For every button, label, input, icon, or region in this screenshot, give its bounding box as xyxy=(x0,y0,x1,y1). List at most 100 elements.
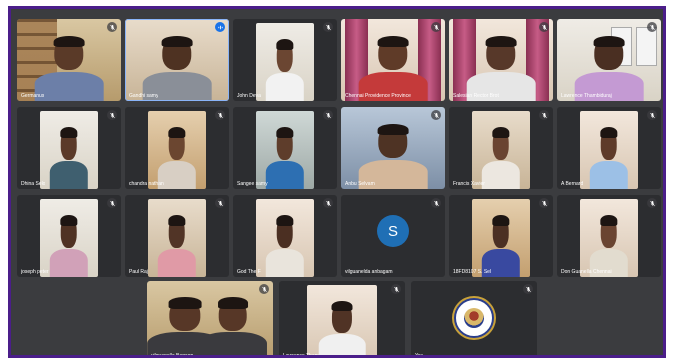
participant-name: Dhina Selo xyxy=(21,181,46,187)
participant-video xyxy=(49,214,89,277)
video-feed xyxy=(147,281,273,355)
participant-tile[interactable]: You xyxy=(411,281,537,358)
profile-logo-icon xyxy=(454,297,494,338)
participant-tile[interactable]: Svilguanelda anbagam xyxy=(341,195,445,277)
video-feed xyxy=(471,199,531,277)
video-feed xyxy=(147,199,207,277)
participant-tile[interactable]: Lawrence Tham xyxy=(279,281,405,358)
participant-name: Chennai Providence Province xyxy=(345,93,411,99)
participant-name: Don Guanella Chennai xyxy=(561,269,612,275)
mic-off-icon[interactable] xyxy=(107,110,117,120)
participant-video xyxy=(198,297,267,355)
participant-tile[interactable]: Sangee samy xyxy=(233,107,337,189)
mic-off-icon[interactable] xyxy=(539,198,549,208)
participant-video xyxy=(481,126,521,189)
video-feed xyxy=(255,23,315,101)
participant-name: Salesian Rector Brot xyxy=(453,93,499,99)
participant-tile[interactable]: chandra nathan xyxy=(125,107,229,189)
participant-video xyxy=(265,214,305,277)
mic-off-icon[interactable] xyxy=(391,284,401,294)
mic-off-icon[interactable] xyxy=(215,110,225,120)
participant-tile[interactable]: Don Guanella Chennai xyxy=(557,195,661,277)
video-feed xyxy=(557,19,661,101)
participant-name: Francis Xavier xyxy=(453,181,485,187)
participant-tile[interactable]: God The F xyxy=(233,195,337,277)
participant-name: Anbu Selvam xyxy=(345,181,375,187)
participant-name: chandra nathan xyxy=(129,181,164,187)
mic-off-icon[interactable] xyxy=(539,110,549,120)
participant-tile[interactable]: Paul Raj xyxy=(125,195,229,277)
participant-video xyxy=(589,214,629,277)
participant-name: Lawrence Tham xyxy=(283,353,319,358)
participant-tile[interactable]: joseph peter xyxy=(17,195,121,277)
mic-off-icon[interactable] xyxy=(259,284,269,294)
video-feed xyxy=(39,199,99,277)
video-feed xyxy=(17,19,121,101)
participant-tile[interactable]: A Bernard xyxy=(557,107,661,189)
mic-off-icon[interactable] xyxy=(323,22,333,32)
participant-tile[interactable]: Anbu Selvam xyxy=(341,107,445,189)
participant-name: John Deva xyxy=(237,93,261,99)
participant-name: A Bernard xyxy=(561,181,584,187)
participant-tile[interactable]: Dhina Selo xyxy=(17,107,121,189)
participant-tile[interactable]: Germanus xyxy=(17,19,121,101)
participant-name: vilguanelda anbagam xyxy=(345,269,393,275)
active-speaker-outline xyxy=(125,19,229,101)
mic-off-icon[interactable] xyxy=(647,110,657,120)
video-feed xyxy=(147,111,207,189)
participant-tile[interactable]: Francis Xavier xyxy=(449,107,553,189)
participant-video xyxy=(481,214,521,277)
participant-video xyxy=(157,214,197,277)
video-feed xyxy=(579,111,639,189)
mic-off-icon[interactable] xyxy=(215,198,225,208)
mic-off-icon[interactable] xyxy=(431,198,441,208)
participant-tile[interactable]: Chennai Providence Province xyxy=(341,19,445,101)
participant-video xyxy=(574,35,644,101)
participant-name: You xyxy=(415,353,424,358)
participant-name: Sangee samy xyxy=(237,181,268,187)
participant-tile[interactable]: vilguanella Bagaon xyxy=(147,281,273,358)
mic-off-icon[interactable] xyxy=(431,22,441,32)
mic-off-icon[interactable] xyxy=(647,198,657,208)
video-feed xyxy=(39,111,99,189)
mic-off-icon[interactable] xyxy=(107,198,117,208)
participant-video xyxy=(589,126,629,189)
participant-video xyxy=(265,126,305,189)
participant-video xyxy=(49,126,89,189)
mic-off-icon[interactable] xyxy=(647,22,657,32)
participant-tile[interactable]: 18FD8107 S. Sel xyxy=(449,195,553,277)
participant-tile[interactable]: Salesian Rector Brot xyxy=(449,19,553,101)
participant-video xyxy=(466,35,536,101)
video-feed xyxy=(579,199,639,277)
participant-name: 18FD8107 S. Sel xyxy=(453,269,492,275)
video-feed xyxy=(306,285,378,355)
participant-name: vilguanella Bagaon xyxy=(151,353,194,358)
video-feed xyxy=(471,111,531,189)
participant-video xyxy=(358,123,428,189)
video-feed xyxy=(341,107,445,189)
mic-off-icon[interactable] xyxy=(107,22,117,32)
mic-off-icon[interactable] xyxy=(523,284,533,294)
participant-name: Lawrence Thambiduraj xyxy=(561,93,612,99)
mic-off-icon[interactable] xyxy=(323,198,333,208)
participant-name: Germanus xyxy=(21,93,45,99)
video-feed xyxy=(449,19,553,101)
meeting-grid: Germanus Gandhi samy John Deva Chennai Prov… xyxy=(8,6,666,358)
participant-name: joseph peter xyxy=(21,269,49,275)
mic-off-icon[interactable] xyxy=(539,22,549,32)
participant-video xyxy=(34,35,104,101)
participant-tile[interactable]: Gandhi samy xyxy=(125,19,229,101)
video-feed xyxy=(255,199,315,277)
participant-video xyxy=(157,126,197,189)
speaking-icon[interactable] xyxy=(431,110,441,120)
participant-avatar: S xyxy=(377,215,409,248)
video-feed xyxy=(255,111,315,189)
participant-tile[interactable]: Lawrence Thambiduraj xyxy=(557,19,661,101)
participant-video xyxy=(318,300,366,355)
participant-tile[interactable]: John Deva xyxy=(233,19,337,101)
participant-video xyxy=(358,35,428,101)
video-feed xyxy=(341,19,445,101)
participant-name: God The F xyxy=(237,269,261,275)
mic-off-icon[interactable] xyxy=(323,110,333,120)
participant-video xyxy=(265,38,305,101)
